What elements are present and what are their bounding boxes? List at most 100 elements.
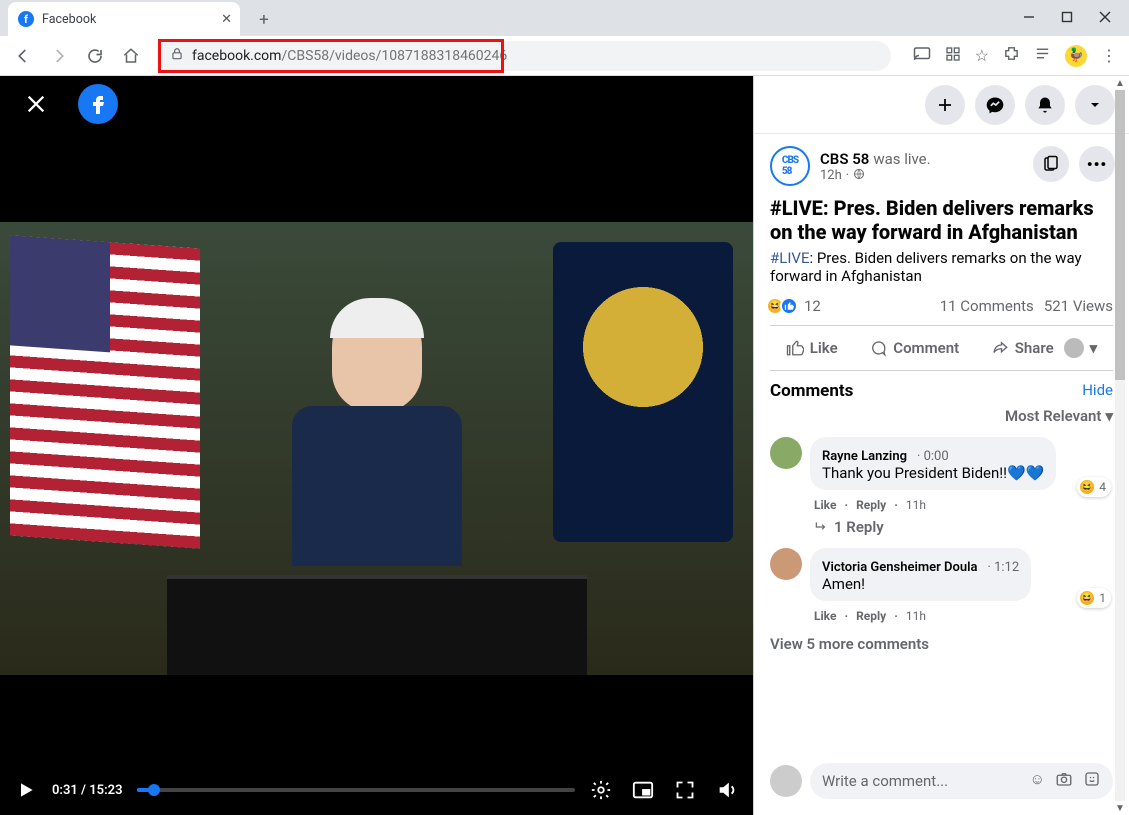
reload-button[interactable] [80,41,110,71]
post-meta: CBS58 CBS 58 was live. 12h · • [754,134,1129,194]
chevron-down-icon: ▾ [1090,339,1098,357]
home-button[interactable] [116,41,146,71]
comment-actions: Like · Reply · 11h [754,494,1129,518]
hide-comments-button[interactable]: Hide [1082,381,1113,401]
scrollbar[interactable]: ▲ ▼ [1113,76,1127,815]
facebook-logo-icon[interactable] [78,84,118,124]
view-count: 521 Views [1044,297,1113,315]
volume-icon[interactable] [715,778,739,802]
comment-text: Thank you President Biden!!💙💙 [822,464,1044,482]
forward-button[interactable] [44,41,74,71]
view-more-comments-button[interactable]: View 5 more comments [754,629,1129,659]
comment-placeholder: Write a comment... [822,772,948,790]
messenger-button[interactable] [975,85,1015,125]
reading-list-icon[interactable] [1034,45,1051,66]
save-collection-button[interactable] [1033,146,1069,182]
scrollbar-thumb[interactable] [1115,90,1125,380]
post-timestamp[interactable]: 12h [820,168,842,183]
address-bar-wrap: facebook.com/CBS58/videos/10871883184602… [158,41,891,71]
fullscreen-icon[interactable] [673,778,697,802]
comment-sort-button[interactable]: Most Relevant▾ [754,405,1129,433]
comment-time: 11h [906,498,926,512]
profile-extension-icon[interactable]: 🦆 [1065,45,1087,67]
comment-button[interactable]: Comment [859,333,969,363]
new-tab-button[interactable]: + [250,6,278,34]
address-bar[interactable]: facebook.com/CBS58/videos/10871883184602… [158,41,891,71]
commenter-avatar[interactable] [770,437,802,469]
person-silhouette [287,302,467,562]
post-more-button[interactable]: ••• [1079,146,1115,182]
video-header [0,76,753,132]
browser-tab[interactable]: f Facebook ✕ [8,2,240,36]
extensions-puzzle-icon[interactable] [1003,45,1020,66]
comment-reply-button[interactable]: Reply [856,498,886,512]
commenter-name[interactable]: Rayne Lanzing [822,449,907,464]
comments-header: Comments Hide [754,371,1129,405]
tab-title: Facebook [42,12,96,27]
tab-close-button[interactable]: ✕ [221,12,232,27]
comment-reply-button[interactable]: Reply [856,609,886,623]
video-time: 0:31 / 15:23 [52,783,123,798]
post-title: #LIVE: Pres. Biden delivers remarks on t… [754,194,1129,249]
notifications-button[interactable] [1025,85,1065,125]
commenter-avatar[interactable] [770,548,802,580]
video-area[interactable] [0,132,753,765]
like-button[interactable]: Like [776,333,848,363]
sticker-icon[interactable] [1083,770,1101,792]
scroll-up-arrow[interactable]: ▲ [1113,76,1127,90]
create-button[interactable] [925,85,965,125]
right-pane: CBS58 CBS 58 was live. 12h · • [753,76,1129,815]
reaction-count[interactable]: 12 [804,297,821,315]
play-button[interactable] [14,778,38,802]
comments-label: Comments [770,381,853,401]
camera-icon[interactable] [1055,770,1073,792]
view-replies-button[interactable]: 1 Reply [754,518,1129,544]
comment-like-button[interactable]: Like [814,609,836,623]
commenter-name[interactable]: Victoria Gensheimer Doula [822,560,978,575]
publisher-name[interactable]: CBS 58 [820,150,869,168]
my-avatar[interactable] [770,765,802,797]
scroll-down-arrow[interactable]: ▼ [1113,801,1127,815]
chevron-down-icon: ▾ [1105,407,1113,425]
comment-time: 11h [906,609,926,623]
settings-gear-icon[interactable] [589,778,613,802]
comment-bubble: Rayne Lanzing · 0:00 Thank you President… [810,437,1056,490]
share-button[interactable]: Share▾ [981,332,1107,364]
back-button[interactable] [8,41,38,71]
comment-video-timestamp[interactable]: · 0:00 [917,449,949,464]
seal-decoration [553,242,733,542]
publisher-avatar[interactable]: CBS58 [770,146,810,186]
flag-decoration [10,235,200,548]
like-reaction-icon [780,297,798,315]
post-description: #LIVE: Pres. Biden delivers remarks on t… [754,249,1129,293]
video-pane: 0:31 / 15:23 [0,76,753,815]
action-bar: Like Comment Share▾ [770,325,1113,371]
pip-icon[interactable] [631,778,655,802]
comment-bubble: Victoria Gensheimer Doula · 1:12 Amen! [810,548,1031,601]
browser-menu-button[interactable]: ⋮ [1101,46,1117,65]
browser-window: f Facebook ✕ + facebook.com/CBS58/videos… [0,0,1129,815]
reaction-icons[interactable]: 😆 [770,297,798,315]
cast-icon[interactable] [913,45,931,67]
comment-reaction-badge[interactable]: 😆1 [1077,588,1111,608]
close-video-button[interactable] [16,84,56,124]
emoji-icon[interactable]: ☺ [1030,770,1045,792]
comment-reaction-badge[interactable]: 😆4 [1077,477,1111,497]
url-text: facebook.com/CBS58/videos/10871883184602… [192,48,507,64]
account-menu-button[interactable] [1075,85,1115,125]
video-progress-bar[interactable] [137,788,576,792]
comment-count[interactable]: 11 Comments [940,297,1034,315]
comment-video-timestamp[interactable]: · 1:12 [987,560,1019,575]
post-timestamp-row: 12h · [820,168,931,184]
post-status: was live. [873,150,930,168]
page-content: 0:31 / 15:23 CBS58 [0,76,1129,815]
comment-input[interactable]: Write a comment... ☺ [810,763,1113,799]
browser-toolbar: facebook.com/CBS58/videos/10871883184602… [0,36,1129,76]
bookmark-star-icon[interactable]: ☆ [975,46,989,65]
video-controls: 0:31 / 15:23 [0,765,753,815]
extension-grid-icon[interactable] [945,46,961,66]
video-frame [0,222,753,675]
share-avatar [1064,338,1084,358]
comment-text: Amen! [822,575,1019,593]
comment-like-button[interactable]: Like [814,498,836,512]
